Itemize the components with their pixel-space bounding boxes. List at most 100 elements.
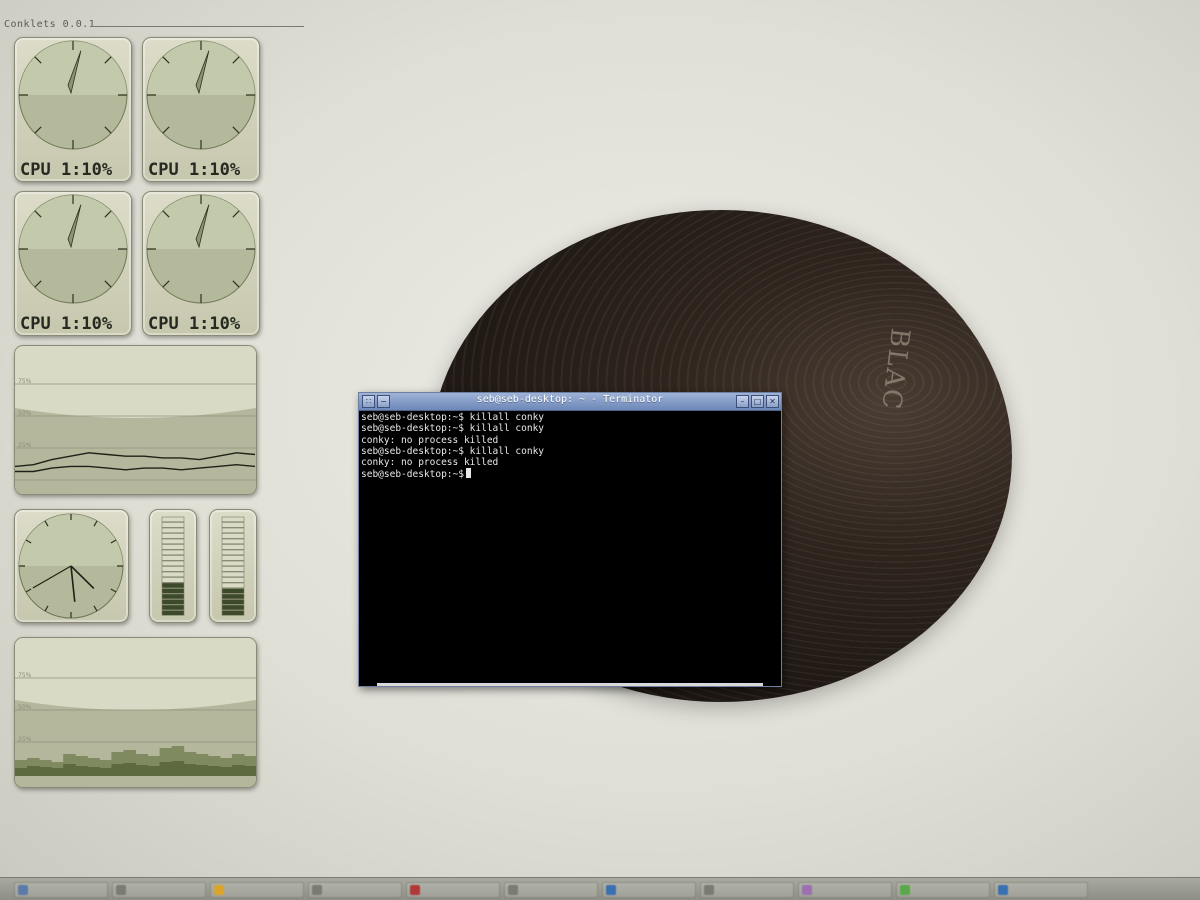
meter-segment xyxy=(161,577,185,583)
cpu-gauge-label: CPU 1:10% xyxy=(20,314,113,334)
history-bar xyxy=(231,765,245,776)
meter-segment xyxy=(161,604,185,611)
cpu-gauge-label: CPU 1:10% xyxy=(148,160,241,180)
tick-label: 25% xyxy=(18,736,32,743)
history-bar xyxy=(135,765,149,776)
history-bar xyxy=(243,766,256,776)
meter-segment xyxy=(161,516,185,523)
meter-segment xyxy=(161,522,185,528)
text-cursor xyxy=(465,468,471,479)
terminal-title: seb@seb-desktop: ~ - Terminator xyxy=(476,394,664,405)
history-bar xyxy=(207,766,221,776)
app-icon xyxy=(900,885,910,895)
app-icon xyxy=(508,885,518,895)
bar-meter xyxy=(161,516,185,616)
clock-widget xyxy=(14,509,129,623)
terminal-line: seb@seb-desktop:~$ killall conky xyxy=(361,423,545,435)
history-bar xyxy=(219,767,233,776)
taskbar-button[interactable] xyxy=(308,882,402,898)
history-bar xyxy=(51,768,64,776)
close-button[interactable]: ✕ xyxy=(766,395,779,408)
cpu-gauge-dial xyxy=(146,40,256,150)
meter-segment xyxy=(161,566,185,572)
terminal-window[interactable]: ∷ − seb@seb-desktop: ~ - Terminator – □ … xyxy=(358,392,782,687)
meter-segment xyxy=(221,549,245,556)
terminal-output[interactable]: seb@seb-desktop:~$ killall conky seb@seb… xyxy=(361,412,779,682)
app-icon xyxy=(312,885,322,895)
tick-label: 50% xyxy=(18,704,32,711)
terminal-line: conky: no process killed xyxy=(361,457,499,469)
meter-segment xyxy=(161,533,185,539)
terminal-prompt: seb@seb-desktop:~$ xyxy=(361,469,464,481)
terminal-line: seb@seb-desktop:~$ killall conky xyxy=(361,445,545,457)
meter-segment xyxy=(161,544,185,550)
taskbar-button[interactable] xyxy=(798,882,892,898)
taskbar-button[interactable] xyxy=(896,882,990,898)
network-history-graph: 75% 50% 25% xyxy=(14,637,257,788)
history-bar xyxy=(99,768,112,776)
meter-segment xyxy=(161,599,185,605)
meter-segment xyxy=(161,527,185,534)
meter-segment xyxy=(221,533,245,539)
cpu-history-graph: 75% 50% 25% xyxy=(14,345,257,495)
conky-title: Conklets 0.0.1 xyxy=(4,19,96,30)
history-bar xyxy=(123,763,136,776)
app-icon xyxy=(704,885,714,895)
taskbar-button[interactable] xyxy=(210,882,304,898)
history-bar xyxy=(39,767,52,776)
history-bar xyxy=(15,768,28,776)
meter-segment xyxy=(221,577,245,583)
meter-segment xyxy=(161,593,185,600)
meter-segment xyxy=(221,599,245,605)
meter-segment xyxy=(221,555,245,561)
meter-segment xyxy=(161,555,185,561)
cpu-gauge-dial xyxy=(18,194,128,304)
minimize-button[interactable]: – xyxy=(736,395,749,408)
cpu-gauge-label: CPU 1:10% xyxy=(148,314,241,334)
taskbar-button[interactable] xyxy=(406,882,500,898)
meter-segment xyxy=(221,516,245,523)
app-icon xyxy=(214,885,224,895)
conky-title-divider xyxy=(90,26,304,27)
history-bar xyxy=(159,762,173,776)
clock-face xyxy=(18,513,124,619)
history-bar xyxy=(87,767,100,776)
app-icon xyxy=(18,885,28,895)
bar-meter-widget xyxy=(209,509,257,623)
cpu-gauge-widget: CPU 1:10% xyxy=(142,37,260,182)
taskbar-button[interactable] xyxy=(602,882,696,898)
history-bar xyxy=(75,766,88,776)
meter-segment xyxy=(221,544,245,550)
meter-segment xyxy=(221,538,245,545)
app-icon xyxy=(802,885,812,895)
graph-highlight xyxy=(15,638,256,710)
cpu-history-plot: 75% 50% 25% xyxy=(15,346,256,494)
history-bar xyxy=(111,764,124,776)
cpu-gauge-widget: CPU 1:10% xyxy=(14,37,132,182)
cpu-gauge-label: CPU 1:10% xyxy=(20,160,113,180)
clock-highlight xyxy=(19,514,123,566)
history-bar xyxy=(171,761,185,776)
meter-segment xyxy=(221,610,245,616)
taskbar-button[interactable] xyxy=(700,882,794,898)
history-bar xyxy=(63,764,76,776)
history-bar xyxy=(147,766,161,776)
taskbar-button[interactable] xyxy=(14,882,108,898)
bar-meter-widget xyxy=(149,509,197,623)
meter-segment xyxy=(221,582,245,589)
maximize-button[interactable]: □ xyxy=(751,395,764,408)
app-icon xyxy=(116,885,126,895)
taskbar-button[interactable] xyxy=(504,882,598,898)
terminal-titlebar[interactable]: ∷ − seb@seb-desktop: ~ - Terminator – □ … xyxy=(359,393,781,411)
meter-segment xyxy=(161,610,185,616)
bar-meter xyxy=(221,516,245,616)
app-icon xyxy=(410,885,420,895)
taskbar-button[interactable] xyxy=(112,882,206,898)
tick-label: 50% xyxy=(18,410,32,417)
meter-segment xyxy=(221,560,245,567)
cpu-gauge-widget: CPU 1:10% xyxy=(142,191,260,336)
meter-segment xyxy=(161,538,185,545)
meter-segment xyxy=(161,549,185,556)
terminal-scrollbar[interactable] xyxy=(377,683,763,686)
taskbar-button[interactable] xyxy=(994,882,1088,898)
